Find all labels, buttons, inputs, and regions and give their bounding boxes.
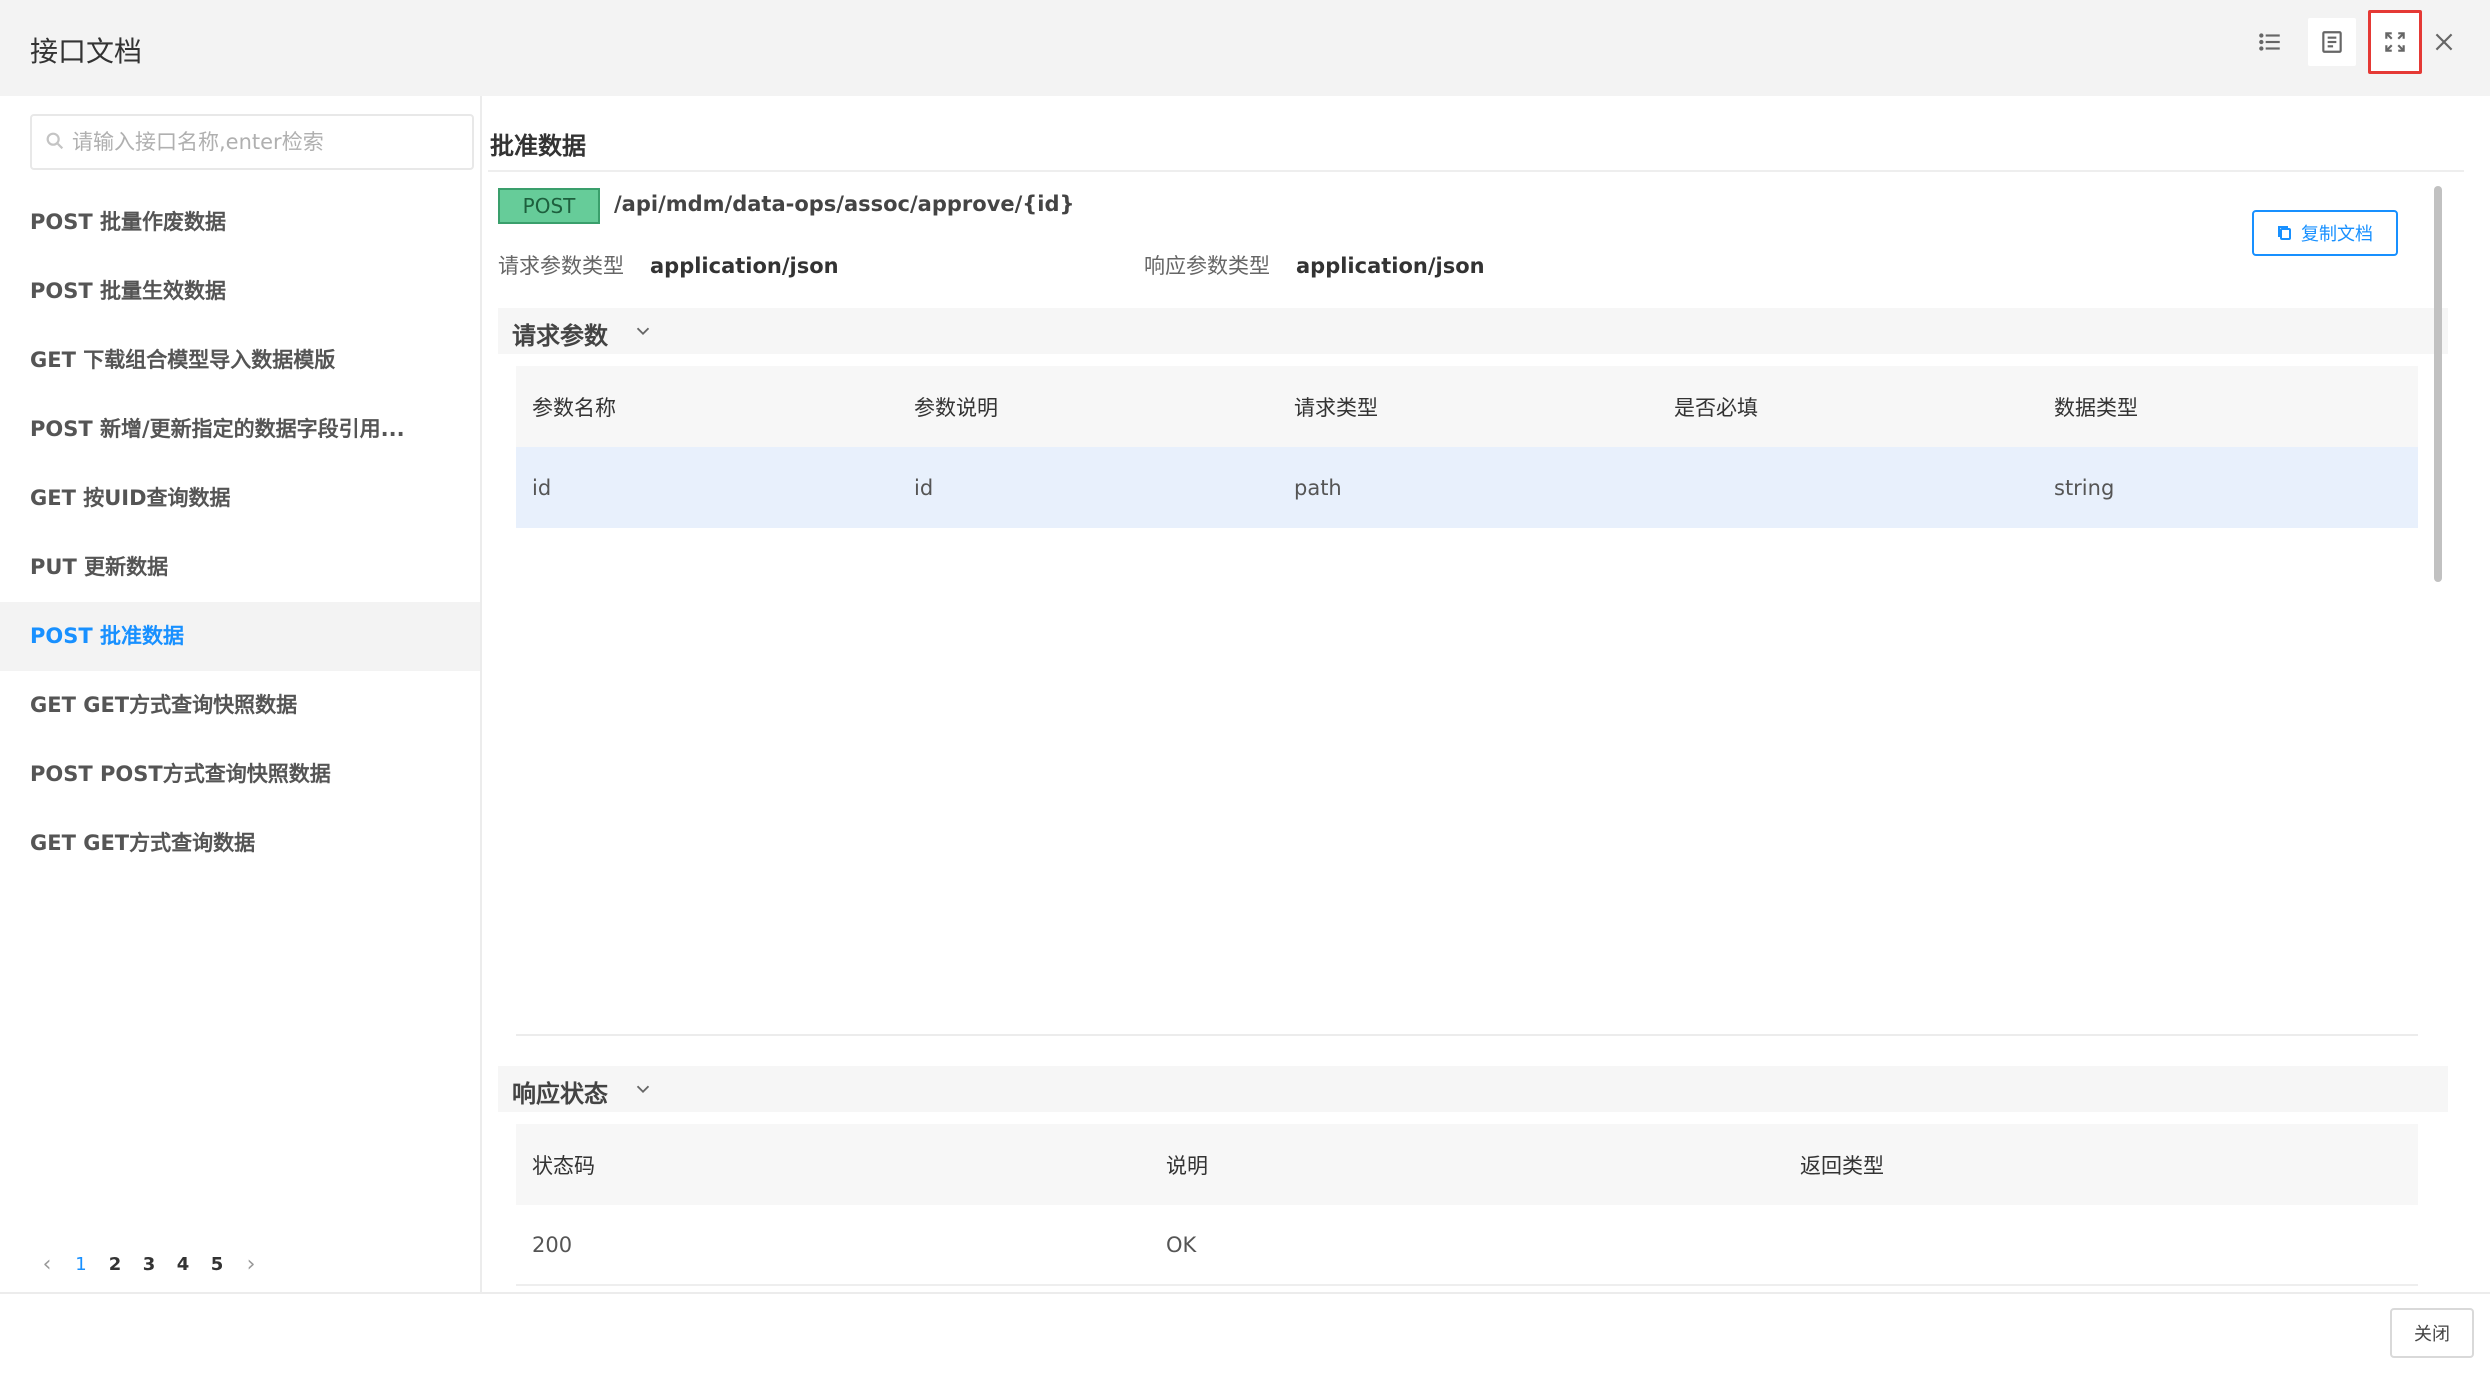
api-list: POST 批量作废数据 POST 批量生效数据 GET 下载组合模型导入数据模版 PO… bbox=[0, 188, 480, 878]
table-row[interactable]: id id path string bbox=[516, 447, 2418, 528]
table-cell: OK bbox=[1166, 1232, 1197, 1257]
table-header-cell: 返回类型 bbox=[1800, 1153, 1884, 1178]
request-params-table: 参数名称 参数说明 请求类型 是否必填 数据类型 id id path string bbox=[516, 366, 2418, 528]
close-button[interactable]: 关闭 bbox=[2390, 1308, 2474, 1358]
response-type-label: 响应参数类型 bbox=[1144, 254, 1270, 278]
close-icon bbox=[2435, 33, 2453, 51]
table-cell: path bbox=[1294, 475, 1342, 500]
page-number[interactable]: 2 bbox=[98, 1254, 132, 1275]
api-list-item[interactable]: POST 新增/更新指定的数据字段引用... bbox=[0, 395, 480, 464]
document-icon bbox=[2322, 31, 2342, 53]
list-icon bbox=[2259, 33, 2280, 51]
section-divider bbox=[516, 1034, 2418, 1036]
pagination: ‹ 12345 › bbox=[30, 1246, 268, 1282]
api-list-item[interactable]: GET GET方式查询快照数据 bbox=[0, 671, 480, 740]
api-list-item[interactable]: POST 批量生效数据 bbox=[0, 257, 480, 326]
table-header-cell: 参数说明 bbox=[914, 395, 998, 420]
api-list-item[interactable]: POST 批量作废数据 bbox=[0, 188, 480, 257]
next-page-button[interactable]: › bbox=[234, 1252, 268, 1277]
request-type-label: 请求参数类型 bbox=[498, 254, 624, 278]
api-list-item[interactable]: POST 批准数据 bbox=[0, 602, 480, 671]
table-header-cell: 是否必填 bbox=[1674, 395, 1758, 420]
api-detail-panel: 批准数据 POST /api/mdm/data-ops/assoc/approv… bbox=[484, 96, 2490, 1292]
chevron-down-icon[interactable] bbox=[632, 320, 654, 342]
search-box[interactable] bbox=[30, 114, 474, 170]
table-cell: string bbox=[2054, 475, 2115, 500]
table-cell: 200 bbox=[532, 1232, 573, 1257]
title-divider bbox=[488, 170, 2464, 172]
table-header-row: 状态码 说明 返回类型 bbox=[516, 1124, 2418, 1205]
api-sidebar: POST 批量作废数据POST 批量生效数据GET 下载组合模型导入数据模版PO… bbox=[0, 96, 482, 1292]
request-params-label: 请求参数 bbox=[512, 322, 608, 350]
api-detail-title: 批准数据 bbox=[490, 132, 586, 160]
api-list-item[interactable]: GET GET方式查询数据 bbox=[0, 809, 480, 878]
response-type-value: application/json bbox=[1296, 254, 1485, 278]
request-type-value: application/json bbox=[650, 254, 839, 278]
api-list-item[interactable]: GET 下载组合模型导入数据模版 bbox=[0, 326, 480, 395]
api-list-item[interactable]: PUT 更新数据 bbox=[0, 533, 480, 602]
table-row[interactable]: 200 OK bbox=[516, 1205, 2418, 1286]
fullscreen-icon bbox=[2385, 32, 2405, 52]
table-header-cell: 参数名称 bbox=[532, 395, 616, 420]
fullscreen-button[interactable] bbox=[2368, 10, 2422, 74]
table-header-cell: 状态码 bbox=[532, 1153, 595, 1178]
scrollbar[interactable] bbox=[2434, 186, 2442, 582]
page-number[interactable]: 1 bbox=[64, 1254, 98, 1275]
api-list-item[interactable]: GET 按UID查询数据 bbox=[0, 464, 480, 533]
chevron-down-icon[interactable] bbox=[632, 1078, 654, 1100]
response-status-table: 状态码 说明 返回类型 200 OK bbox=[516, 1124, 2418, 1286]
dialog-footer: 关闭 bbox=[0, 1292, 2490, 1373]
page-number[interactable]: 4 bbox=[166, 1254, 200, 1275]
document-view-button[interactable] bbox=[2308, 18, 2356, 66]
table-header-cell: 请求类型 bbox=[1294, 395, 1378, 420]
response-status-label: 响应状态 bbox=[512, 1080, 608, 1108]
search-input[interactable] bbox=[72, 116, 462, 168]
table-header-cell: 说明 bbox=[1166, 1153, 1208, 1178]
table-header-row: 参数名称 参数说明 请求类型 是否必填 数据类型 bbox=[516, 366, 2418, 447]
prev-page-button[interactable]: ‹ bbox=[30, 1252, 64, 1277]
copy-icon bbox=[2278, 226, 2291, 240]
response-content-type: 响应参数类型 application/json bbox=[1144, 250, 1485, 280]
close-dialog-button[interactable] bbox=[2420, 18, 2468, 66]
copy-doc-button[interactable]: 复制文档 bbox=[2252, 210, 2398, 256]
search-icon bbox=[44, 130, 66, 152]
copy-doc-label: 复制文档 bbox=[2301, 224, 2373, 245]
page-number[interactable]: 3 bbox=[132, 1254, 166, 1275]
api-list-item[interactable]: POST POST方式查询快照数据 bbox=[0, 740, 480, 809]
response-status-header[interactable]: 响应状态 bbox=[498, 1066, 2448, 1112]
method-badge: POST bbox=[498, 188, 600, 224]
request-content-type: 请求参数类型 application/json bbox=[498, 250, 839, 280]
table-cell: id bbox=[532, 475, 552, 500]
page-numbers: 12345 bbox=[64, 1254, 234, 1275]
table-cell: id bbox=[914, 475, 934, 500]
table-header-cell: 数据类型 bbox=[2054, 395, 2138, 420]
endpoint-path: /api/mdm/data-ops/assoc/approve/{id} bbox=[614, 192, 1075, 216]
request-params-header[interactable]: 请求参数 bbox=[498, 308, 2448, 354]
dialog-header: 接口文档 bbox=[0, 0, 2490, 96]
list-view-button[interactable] bbox=[2246, 18, 2294, 66]
dialog-title: 接口文档 bbox=[30, 35, 143, 68]
page-number[interactable]: 5 bbox=[200, 1254, 234, 1275]
